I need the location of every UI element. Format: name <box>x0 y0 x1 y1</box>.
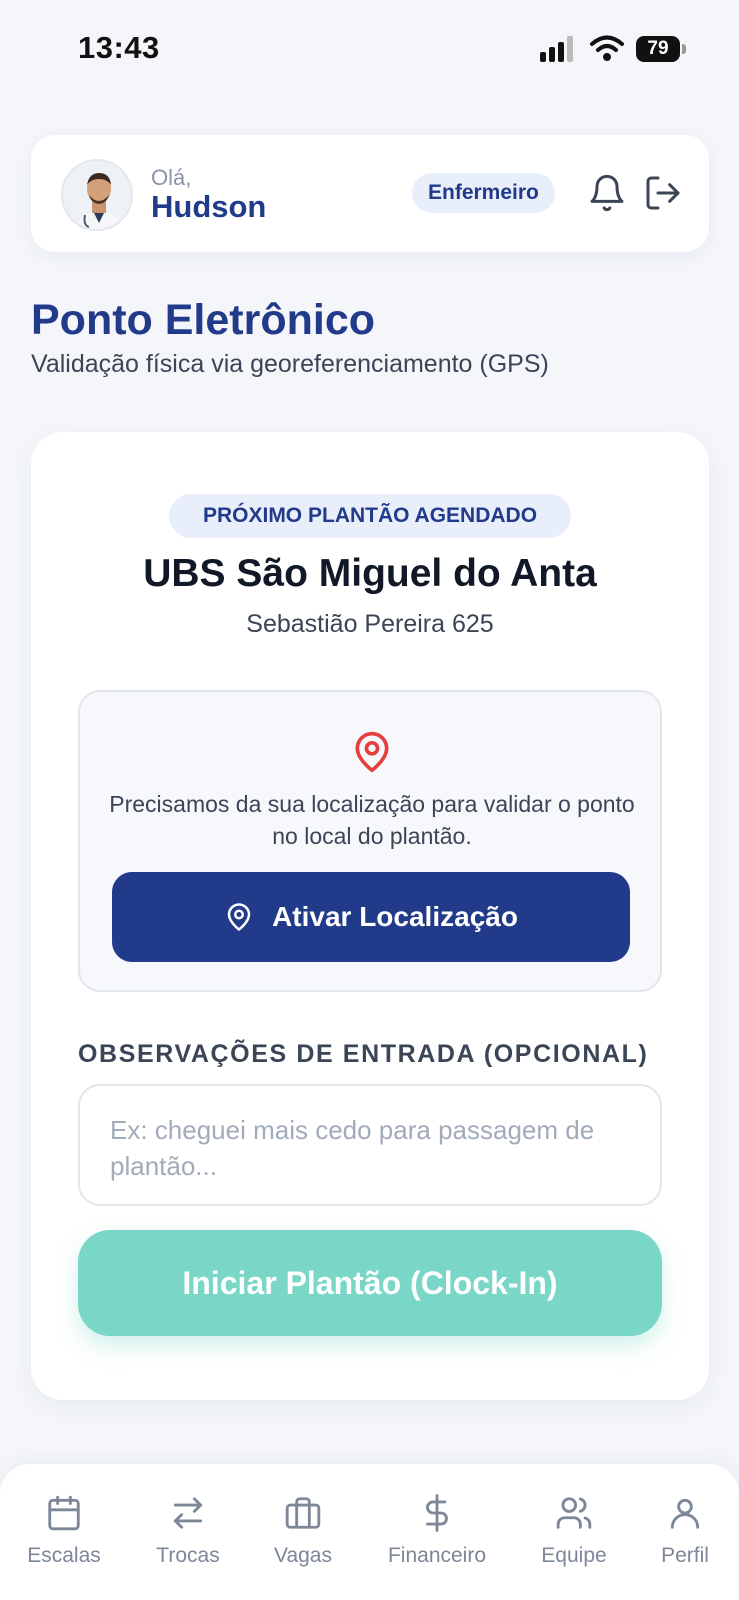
bell-icon[interactable] <box>587 173 627 213</box>
nav-item-perfil[interactable]: Perfil <box>650 1494 720 1568</box>
briefcase-icon <box>285 1497 321 1529</box>
clock-in-card: PRÓXIMO PLANTÃO AGENDADO UBS São Miguel … <box>31 432 709 1400</box>
calendar-icon <box>48 1495 80 1531</box>
location-request-box: Precisamos da sua localização para valid… <box>78 690 662 992</box>
location-message: Precisamos da sua localização para valid… <box>109 791 635 849</box>
role-badge: Enfermeiro <box>412 173 555 213</box>
nav-item-equipe[interactable]: Equipe <box>534 1494 614 1568</box>
observations-label: OBSERVAÇÕES DE ENTRADA (OPCIONAL) <box>78 1040 649 1068</box>
map-pin-icon <box>355 731 389 773</box>
greeting-text: Olá, <box>151 165 192 190</box>
nav-item-escalas[interactable]: Escalas <box>24 1494 104 1568</box>
observations-field[interactable] <box>78 1084 662 1206</box>
signal-icon <box>540 36 578 62</box>
nav-label-financeiro: Financeiro <box>387 1544 487 1567</box>
nav-item-vagas[interactable]: Vagas <box>263 1494 343 1568</box>
nav-label-escalas: Escalas <box>27 1544 101 1567</box>
nav-label-equipe: Equipe <box>541 1544 607 1567</box>
user-name: Hudson <box>151 189 267 224</box>
header-card: Olá, Hudson Enfermeiro <box>31 135 709 252</box>
activate-location-label: Ativar Localização <box>272 901 518 932</box>
dollar-icon <box>426 1494 448 1532</box>
battery-indicator: 79 <box>636 36 680 62</box>
nav-label-vagas: Vagas <box>274 1544 332 1567</box>
user-icon <box>670 1498 700 1529</box>
nav-item-trocas[interactable]: Trocas <box>148 1494 228 1568</box>
nav-item-financeiro[interactable]: Financeiro <box>382 1494 492 1568</box>
avatar[interactable] <box>61 159 133 231</box>
swap-icon <box>173 1497 203 1529</box>
activate-location-button[interactable]: Ativar Localização <box>112 872 630 962</box>
wifi-icon <box>590 35 624 61</box>
shift-place-name: UBS São Miguel do Anta <box>143 552 597 595</box>
clock-in-button[interactable]: Iniciar Plantão (Clock-In) <box>78 1230 662 1336</box>
battery-cap <box>682 44 686 54</box>
location-pin-icon <box>227 903 251 931</box>
team-icon <box>556 1497 592 1529</box>
logout-icon[interactable] <box>643 173 683 213</box>
page-title: Ponto Eletrônico <box>31 296 375 344</box>
status-bar: 13:43 79 <box>0 0 739 100</box>
shift-address: Sebastião Pereira 625 <box>246 610 494 638</box>
nav-label-trocas: Trocas <box>156 1544 220 1567</box>
nav-label-perfil: Perfil <box>661 1544 709 1567</box>
page-subtitle: Validação física via georeferenciamento … <box>31 350 549 378</box>
next-shift-badge: PRÓXIMO PLANTÃO AGENDADO <box>169 494 571 538</box>
status-time: 13:43 <box>78 30 160 65</box>
bottom-nav: Escalas Trocas Vagas Financeiro Equipe P… <box>0 1464 739 1600</box>
